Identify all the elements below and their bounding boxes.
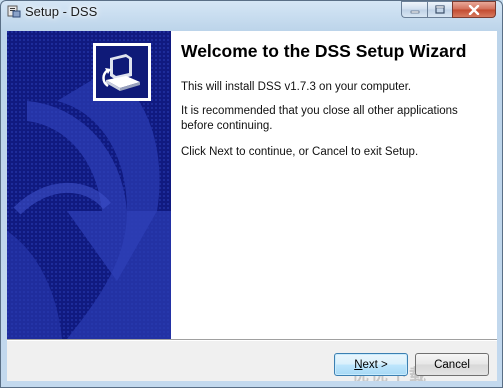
maximize-icon <box>435 5 445 14</box>
instructions-text: Click Next to continue, or Cancel to exi… <box>181 146 419 158</box>
minimize-button[interactable] <box>401 1 427 18</box>
product-logo <box>93 43 151 101</box>
maximize-button[interactable] <box>427 1 452 18</box>
install-info-text: This will install DSS v1.7.3 on your com… <box>181 81 412 93</box>
wizard-heading: Welcome to the DSS Setup Wizard <box>181 41 467 61</box>
setup-installer-icon <box>7 5 21 18</box>
close-icon <box>468 4 480 15</box>
close-button[interactable] <box>452 1 496 18</box>
next-mnemonic: N <box>354 358 363 371</box>
wizard-content: Welcome to the DSS Setup Wizard This wil… <box>171 31 497 339</box>
next-button[interactable]: Next > <box>334 353 408 376</box>
next-label: ext > <box>362 358 388 371</box>
window-title: Setup - DSS <box>25 4 98 19</box>
computer-installer-icon <box>102 54 140 91</box>
cancel-button[interactable]: Cancel <box>415 353 489 376</box>
setup-window: Setup - DSS Welcome to the DSS Setup Wiz… <box>0 0 503 388</box>
caption-buttons <box>401 1 496 19</box>
wizard-client-area: Welcome to the DSS Setup Wizard This wil… <box>7 31 497 381</box>
button-separator <box>7 339 497 341</box>
close-apps-text: It is recommended that you close all oth… <box>181 105 458 132</box>
title-bar[interactable]: Setup - DSS <box>1 1 502 23</box>
wizard-side-image <box>7 31 171 339</box>
minimize-icon <box>410 10 419 13</box>
